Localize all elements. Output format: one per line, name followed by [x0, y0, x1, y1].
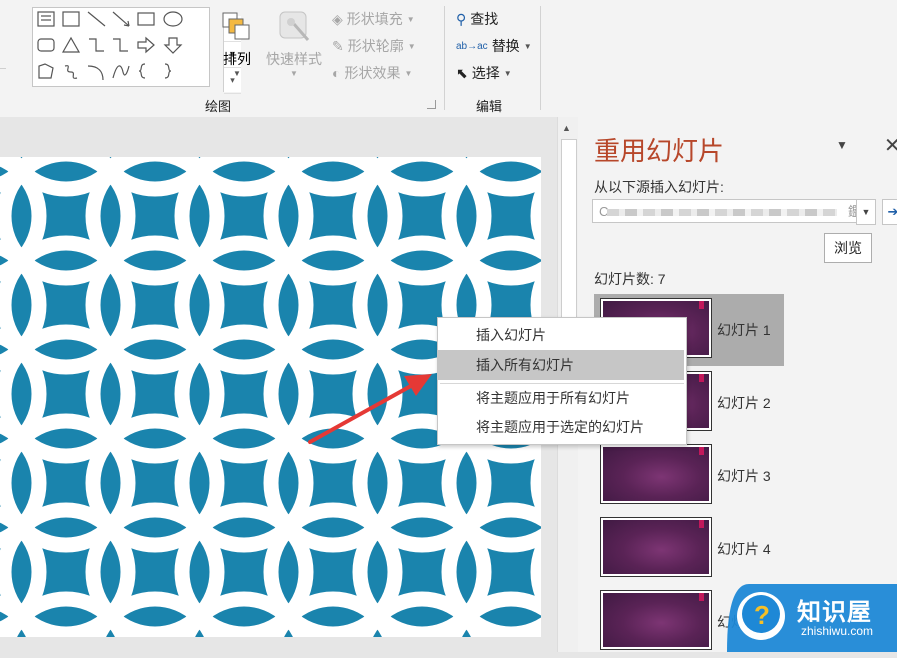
- chevron-down-icon: ▼: [404, 68, 413, 78]
- watermark-logo: ? 知识屋 zhishiwu.com: [721, 578, 897, 652]
- slide-thumbnail: [600, 517, 712, 577]
- slide-thumbnail-label: 幻灯片 4: [717, 541, 771, 557]
- slide-marker: [699, 301, 704, 309]
- effects-icon: ◐: [332, 65, 341, 81]
- context-menu: 插入幻灯片 插入所有幻灯片 将主题应用于所有幻灯片 将主题应用于选定的幻灯片: [437, 317, 687, 445]
- pane-title: 重用幻灯片: [594, 136, 725, 166]
- shape-fill-button[interactable]: ◈ 形状填充 ▼: [332, 9, 415, 29]
- chevron-down-icon[interactable]: ▼: [836, 138, 848, 152]
- curve-shape-icon: [112, 65, 130, 79]
- shape-fill-label: 形状填充: [346, 11, 403, 27]
- menu-item-insert-all-slides[interactable]: 插入所有幻灯片: [438, 350, 684, 380]
- select-label: 选择: [471, 65, 500, 81]
- cursor-icon: ⬉: [456, 64, 468, 81]
- quick-styles-label: 快速样式: [266, 51, 322, 67]
- chevron-down-icon: ▼: [407, 41, 416, 51]
- shapes-gallery[interactable]: ▲ ▼ ▾: [32, 7, 241, 94]
- slide-count: 幻灯片数: 7: [594, 271, 666, 287]
- chevron-down-icon: ▼: [406, 14, 415, 24]
- go-arrow-icon[interactable]: ➔: [882, 199, 897, 225]
- slide-thumbnail-label: 幻灯片 2: [717, 395, 771, 411]
- elbow-connector-shape-icon: [89, 38, 104, 52]
- select-button[interactable]: ⬉ 选择 ▼: [456, 63, 512, 83]
- find-button[interactable]: ⚲ 查找: [456, 9, 498, 29]
- menu-item-apply-theme-all[interactable]: 将主题应用于所有幻灯片: [438, 383, 684, 413]
- search-icon: ⚲: [456, 10, 467, 27]
- slide-thumbnail: [600, 444, 712, 504]
- line-shape-icon: [87, 11, 106, 27]
- arrange-button[interactable]: 排列 ▼: [217, 10, 257, 78]
- shape-effects-label: 形状效果: [344, 65, 401, 81]
- elbow-arrow-connector-shape-icon: [113, 38, 128, 52]
- shape-outline-button[interactable]: ✎ 形状轮廓 ▼: [332, 36, 416, 56]
- svg-text:?: ?: [754, 600, 770, 630]
- menu-item-insert-slide[interactable]: 插入幻灯片: [438, 320, 684, 350]
- arrow-line-shape-icon: [112, 11, 130, 27]
- close-icon[interactable]: ✕: [884, 133, 897, 158]
- scribble-shape-icon: [64, 65, 78, 79]
- arrange-icon: [222, 12, 250, 40]
- replace-label: 替换: [491, 38, 520, 54]
- dialog-launcher-icon[interactable]: [427, 100, 436, 109]
- rectangle-shape-icon: [137, 12, 155, 26]
- drawing-group-label: 绘图: [205, 99, 232, 114]
- slide-marker: [699, 520, 704, 528]
- chevron-down-icon: ▼: [503, 68, 512, 78]
- arrange-label: 排列: [223, 51, 251, 67]
- slide-thumbnail-item[interactable]: 幻灯片 3: [594, 440, 784, 512]
- red-arrow-annotation: [308, 374, 432, 444]
- slide-thumbnail-label: 幻灯片 3: [717, 468, 771, 484]
- ribbon: ▲ ▼ ▾ 排列 ▼ 快速样式 ▼ ◈ 形状填充 ▼ ✎ 形状轮廓 ▼ ◐: [0, 0, 897, 118]
- group-divider: [540, 6, 541, 110]
- slide-thumbnail: [600, 590, 712, 650]
- rounded-rectangle-shape-icon: [37, 38, 55, 52]
- quick-styles-button[interactable]: 快速样式 ▼: [262, 10, 326, 78]
- watermark-url: zhishiwu.com: [801, 624, 874, 638]
- browse-button[interactable]: 浏览: [824, 233, 872, 263]
- blurred-text: [607, 209, 837, 216]
- chevron-down-icon: ▼: [523, 41, 532, 51]
- menu-item-apply-theme-selected[interactable]: 将主题应用于选定的幻灯片: [438, 412, 684, 442]
- slide-thumbnail-label: 幻灯片 1: [717, 322, 771, 338]
- right-arrow-shape-icon: [137, 36, 155, 54]
- slide-marker: [699, 593, 704, 601]
- find-label: 查找: [470, 11, 499, 27]
- ribbon-divider: [0, 68, 6, 69]
- slide-marker: [699, 374, 704, 382]
- paint-bucket-icon: ◈: [332, 10, 343, 27]
- chevron-down-icon: ▼: [290, 69, 298, 78]
- chevron-down-icon: ▼: [233, 69, 241, 78]
- right-brace-shape-icon: [164, 63, 172, 79]
- freeform-shape-icon: [38, 63, 54, 79]
- source-path-input[interactable]: C 鑑: [592, 199, 868, 223]
- quick-styles-icon: [279, 11, 310, 41]
- slide-marker: [699, 447, 704, 455]
- pen-icon: ✎: [332, 37, 344, 54]
- vertical-textbox-shape-icon: [62, 11, 80, 27]
- left-brace-shape-icon: [138, 63, 146, 79]
- triangle-shape-icon: [61, 36, 81, 53]
- replace-button[interactable]: ab→ac 替换 ▼: [456, 36, 532, 56]
- slide-thumbnail-item[interactable]: 幻灯片 4: [594, 513, 784, 585]
- arc-shape-icon: [87, 65, 104, 81]
- replace-icon: ab→ac: [456, 40, 488, 52]
- textbox-shape-icon: [37, 11, 55, 27]
- source-label: 从以下源插入幻灯片:: [594, 179, 724, 195]
- down-arrow-shape-icon: [163, 37, 183, 54]
- shape-icons: [37, 11, 183, 81]
- oval-shape-icon: [163, 11, 183, 27]
- editing-group-label: 编辑: [476, 99, 503, 114]
- group-divider: [444, 6, 445, 110]
- shape-outline-label: 形状轮廓: [347, 38, 404, 54]
- shape-effects-button[interactable]: ◐ 形状效果 ▼: [332, 63, 412, 83]
- scroll-up-icon[interactable]: ▲: [562, 123, 571, 133]
- source-dropdown-icon[interactable]: ▼: [856, 199, 876, 225]
- watermark-brand: 知识屋: [797, 599, 872, 626]
